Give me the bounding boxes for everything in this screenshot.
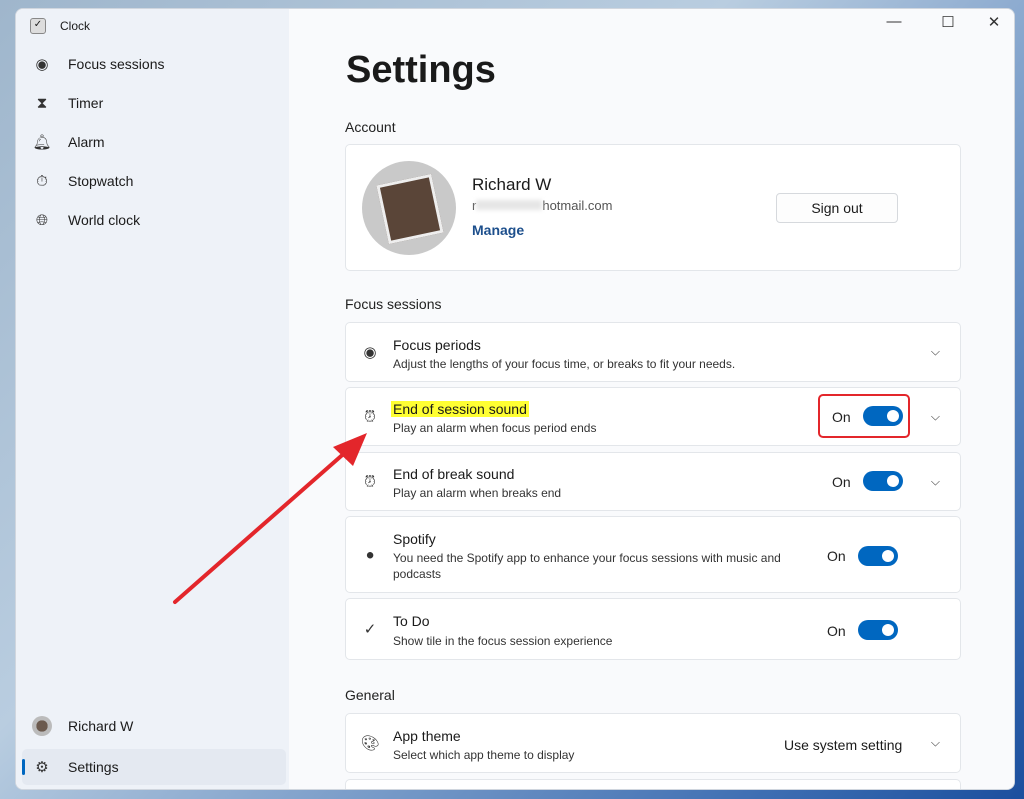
annotation-arrow bbox=[173, 433, 367, 604]
